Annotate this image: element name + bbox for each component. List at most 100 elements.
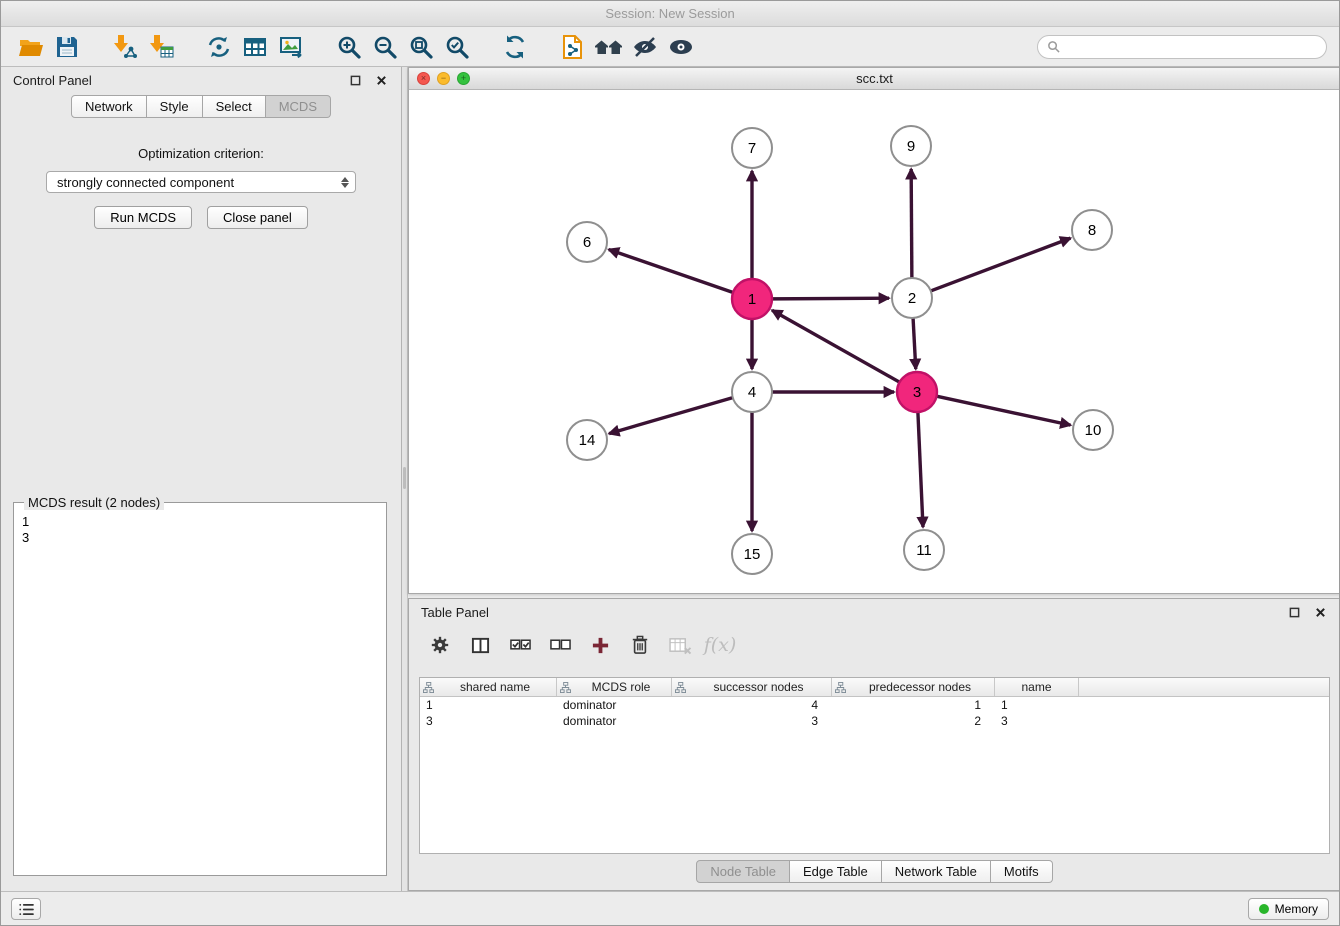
graph-node-4[interactable]: 4: [732, 372, 772, 412]
window-minimize-button[interactable]: −: [437, 72, 450, 85]
column-header-name[interactable]: name: [995, 678, 1079, 696]
import-table-button[interactable]: [143, 31, 179, 63]
zoom-selected-button[interactable]: [439, 31, 475, 63]
tab-edge-table[interactable]: Edge Table: [790, 860, 882, 883]
graph-edge-2-9[interactable]: [911, 169, 912, 278]
show-columns-button[interactable]: [465, 632, 495, 658]
export-image-button[interactable]: [273, 31, 309, 63]
svg-text:8: 8: [1088, 222, 1096, 239]
deselect-all-button[interactable]: [545, 632, 575, 658]
graph-node-2[interactable]: 2: [892, 278, 932, 318]
table-panel-title: Table Panel: [421, 605, 489, 620]
float-table-panel-button[interactable]: [1286, 604, 1302, 620]
task-history-button[interactable]: [11, 898, 41, 920]
cell-successor-nodes[interactable]: 4: [672, 698, 832, 712]
tab-node-table[interactable]: Node Table: [696, 860, 790, 883]
column-header-predecessor-nodes[interactable]: predecessor nodes: [832, 678, 995, 696]
tab-mcds[interactable]: MCDS: [266, 95, 331, 118]
column-header-mcds-role[interactable]: MCDS role: [557, 678, 672, 696]
network-arrows-button[interactable]: [201, 31, 237, 63]
float-panel-button[interactable]: [347, 72, 363, 88]
network-canvas[interactable]: 1 2 3 4 6 7 8 9 10 11 14 15: [409, 90, 1340, 593]
graph-node-14[interactable]: 14: [567, 420, 607, 460]
graphics-details-button[interactable]: [627, 31, 663, 63]
import-network-button[interactable]: [107, 31, 143, 63]
cell-name[interactable]: 1: [995, 698, 1079, 712]
splitter-grip[interactable]: [403, 467, 406, 489]
plus-icon: [591, 636, 610, 655]
table-settings-button[interactable]: [425, 632, 455, 658]
float-icon: [350, 75, 361, 86]
table-row[interactable]: 3 dominator 3 2 3: [420, 713, 1329, 729]
tab-select[interactable]: Select: [203, 95, 266, 118]
window-maximize-button[interactable]: +: [457, 72, 470, 85]
zoom-fit-button[interactable]: [403, 31, 439, 63]
graph-edge-3-11[interactable]: [918, 412, 923, 527]
cell-mcds-role[interactable]: dominator: [557, 714, 672, 728]
tab-motifs[interactable]: Motifs: [991, 860, 1053, 883]
graph-edge-2-3[interactable]: [913, 318, 916, 369]
tab-network-table[interactable]: Network Table: [882, 860, 991, 883]
zoom-out-button[interactable]: [367, 31, 403, 63]
columns-icon: [471, 636, 490, 655]
optimization-criterion-select[interactable]: strongly connected component: [46, 171, 356, 193]
tab-style[interactable]: Style: [147, 95, 203, 118]
graph-node-9[interactable]: 9: [891, 126, 931, 166]
function-builder-button[interactable]: f(x): [705, 632, 735, 658]
table-row[interactable]: 1 dominator 4 1 1: [420, 697, 1329, 713]
close-panel-action-button[interactable]: Close panel: [207, 206, 308, 229]
graph-node-10[interactable]: 10: [1073, 410, 1113, 450]
cell-successor-nodes[interactable]: 3: [672, 714, 832, 728]
cell-predecessor-nodes[interactable]: 2: [832, 714, 995, 728]
birds-eye-view-button[interactable]: [663, 31, 699, 63]
select-all-button[interactable]: [505, 632, 535, 658]
add-column-button[interactable]: [585, 632, 615, 658]
graph-node-7[interactable]: 7: [732, 128, 772, 168]
open-file-button[interactable]: [13, 31, 49, 63]
cell-name[interactable]: 3: [995, 714, 1079, 728]
cell-mcds-role[interactable]: dominator: [557, 698, 672, 712]
graph-edge-1-6[interactable]: [609, 250, 733, 293]
graph-edge-2-8[interactable]: [931, 238, 1071, 291]
window-close-button[interactable]: ×: [417, 72, 430, 85]
list-icon: [19, 903, 34, 916]
tab-network[interactable]: Network: [71, 95, 147, 118]
graph-node-6[interactable]: 6: [567, 222, 607, 262]
column-header-successor-nodes[interactable]: successor nodes: [672, 678, 832, 696]
graph-node-15[interactable]: 15: [732, 534, 772, 574]
node-table: shared name MCDS role successor nodes pr…: [419, 677, 1330, 854]
graph-node-1[interactable]: 1: [732, 279, 772, 319]
column-header-shared-name[interactable]: shared name: [420, 678, 557, 696]
graph-edge-4-14[interactable]: [609, 398, 733, 434]
home-networks-button[interactable]: [591, 31, 627, 63]
network-view-window: × − + scc.txt 1234678910111415: [408, 67, 1340, 594]
save-session-button[interactable]: [49, 31, 85, 63]
main-toolbar: [1, 27, 1339, 67]
network-graph[interactable]: 1 2 3 4 6 7 8 9 10 11 14 15: [409, 90, 1340, 593]
graph-edge-1-2[interactable]: [772, 298, 889, 299]
gear-icon: [430, 635, 450, 655]
zoom-in-button[interactable]: [331, 31, 367, 63]
search-input[interactable]: [1066, 39, 1317, 54]
cell-shared-name[interactable]: 3: [420, 714, 557, 728]
clipboard-network-button[interactable]: [555, 31, 591, 63]
cell-predecessor-nodes[interactable]: 1: [832, 698, 995, 712]
close-panel-button[interactable]: [373, 72, 389, 88]
home-networks-icon: [594, 35, 624, 59]
memory-button[interactable]: Memory: [1248, 898, 1329, 920]
refresh-layout-button[interactable]: [497, 31, 533, 63]
delete-column-button[interactable]: [625, 632, 655, 658]
graph-node-8[interactable]: 8: [1072, 210, 1112, 250]
svg-text:6: 6: [583, 234, 591, 251]
run-mcds-button[interactable]: Run MCDS: [94, 206, 192, 229]
graph-node-11[interactable]: 11: [904, 530, 944, 570]
network-table-button[interactable]: [237, 31, 273, 63]
cell-shared-name[interactable]: 1: [420, 698, 557, 712]
graph-node-3[interactable]: 3: [897, 372, 937, 412]
graph-edge-3-1[interactable]: [772, 310, 900, 382]
graph-edge-3-10[interactable]: [937, 396, 1071, 425]
delete-table-button[interactable]: [665, 632, 695, 658]
close-table-panel-button[interactable]: [1312, 604, 1328, 620]
search-box[interactable]: [1037, 35, 1327, 59]
memory-status-icon: [1259, 904, 1269, 914]
